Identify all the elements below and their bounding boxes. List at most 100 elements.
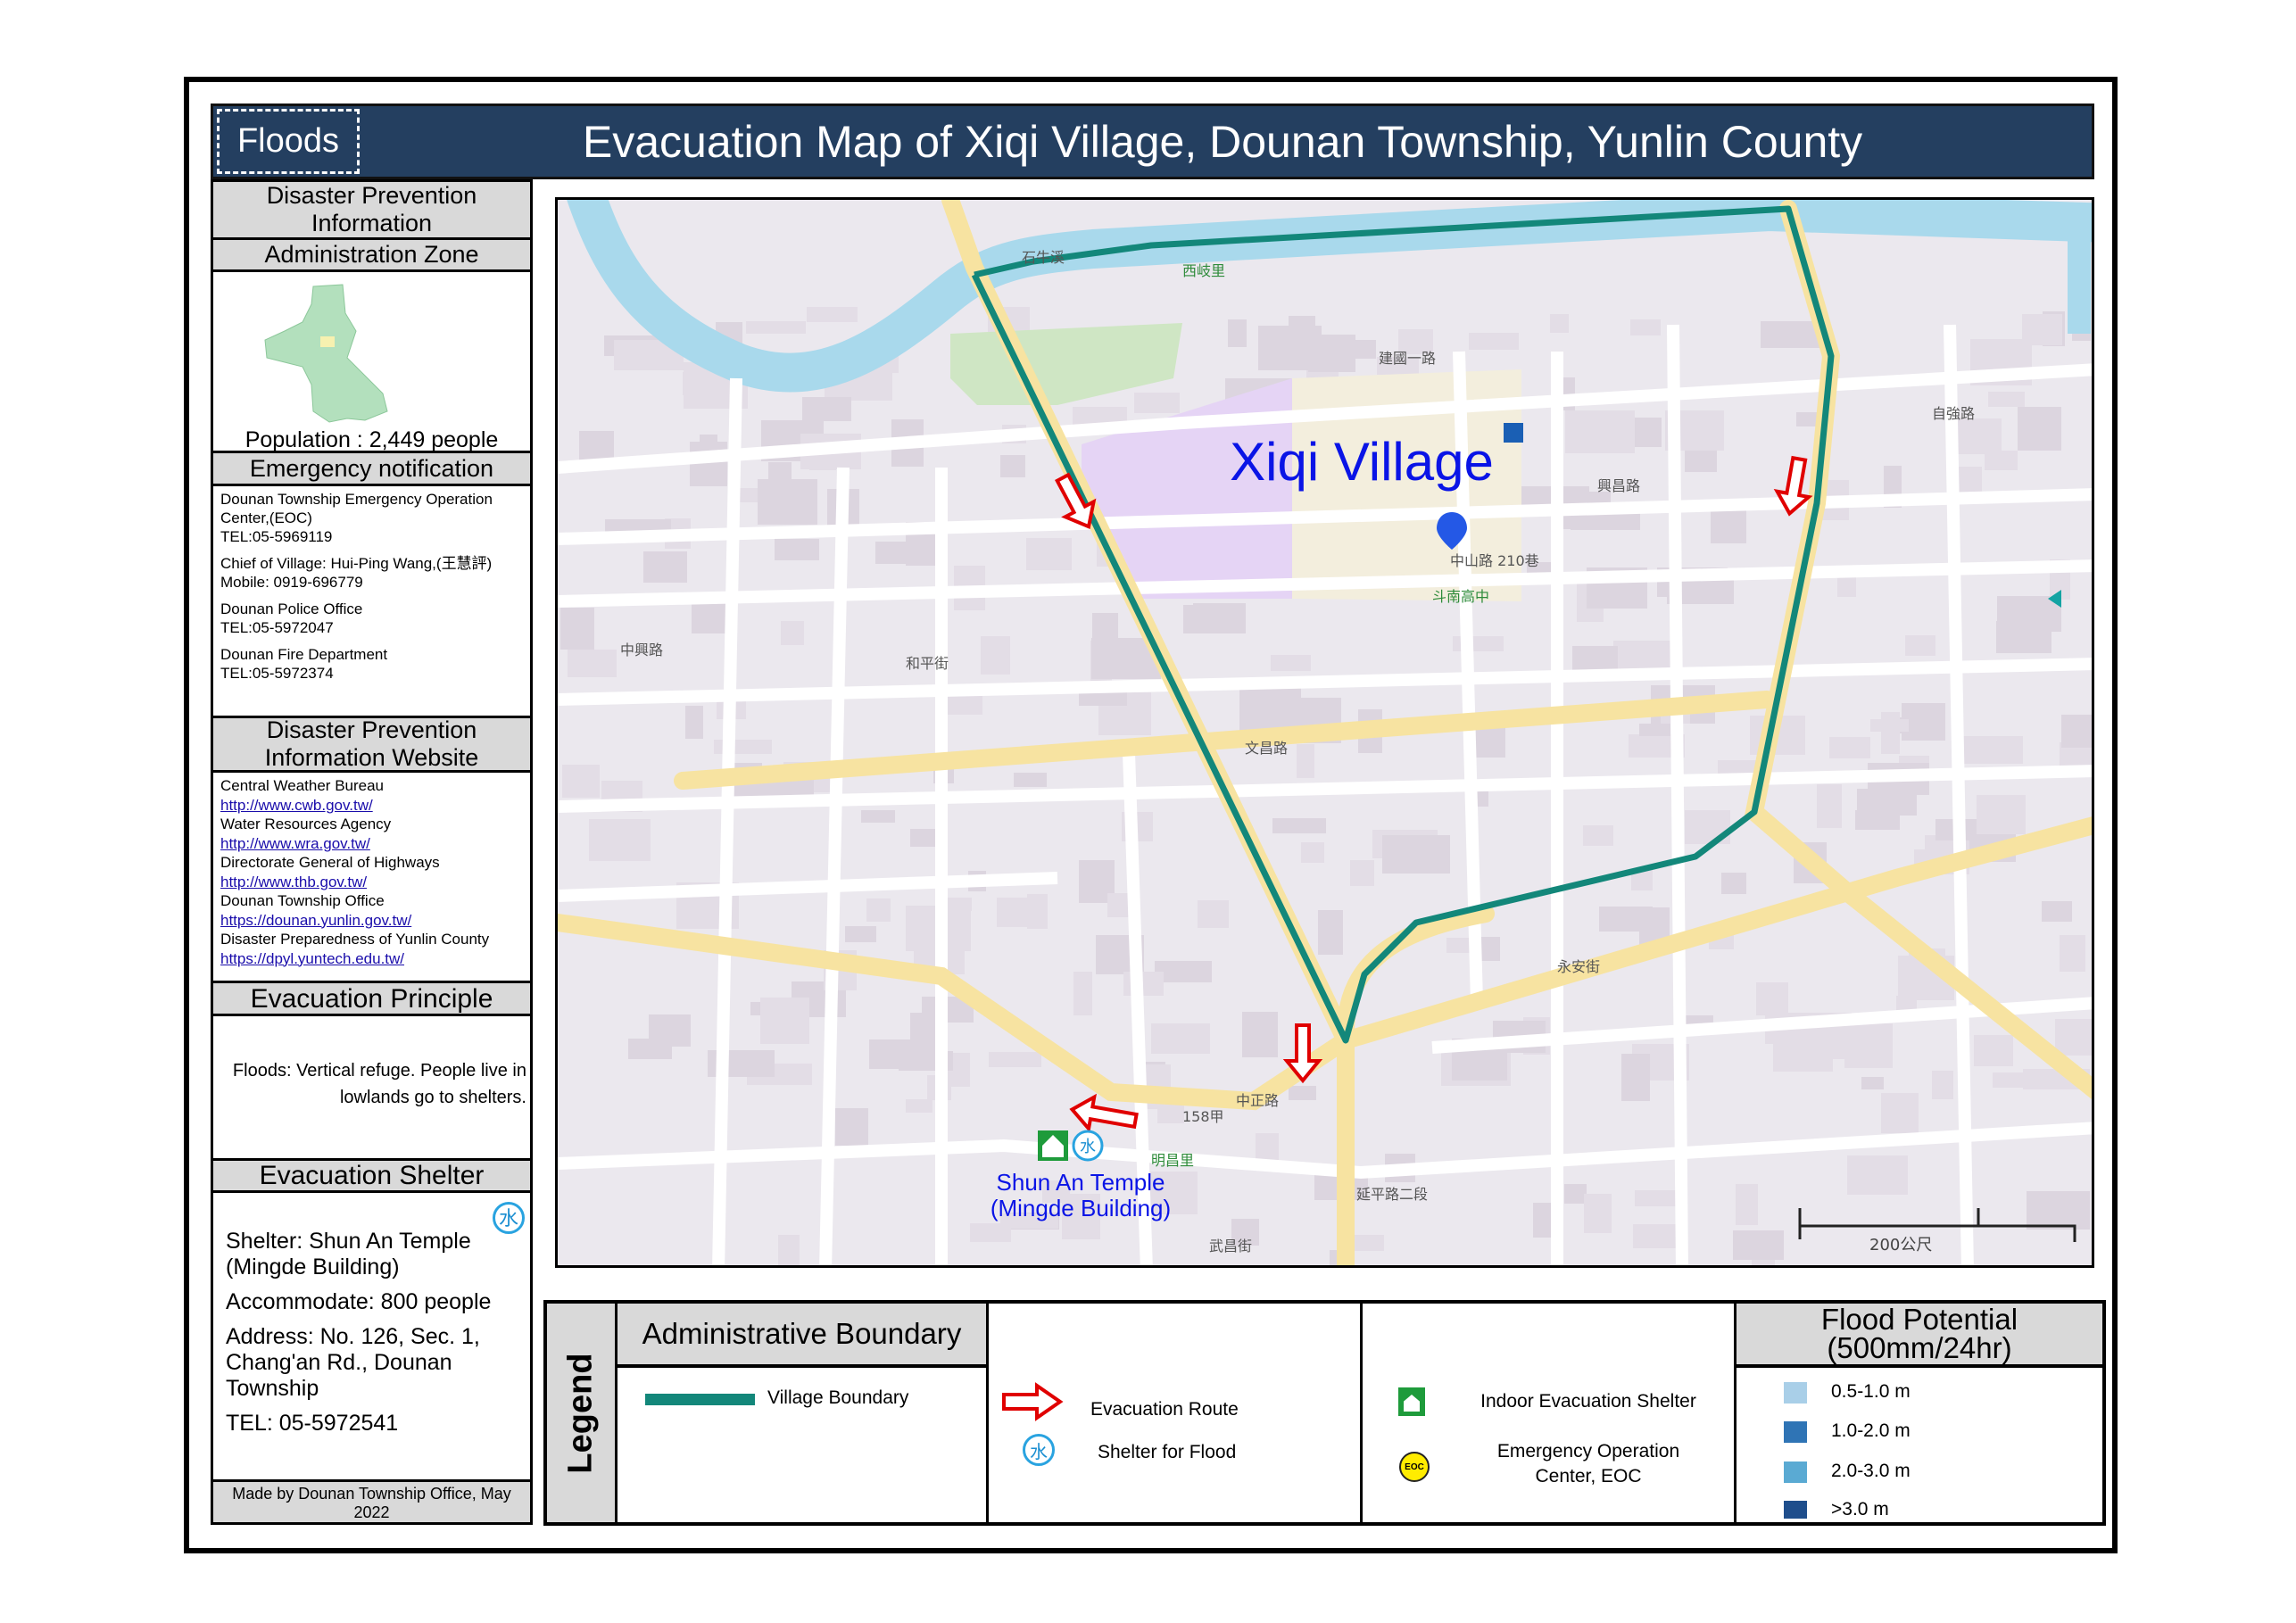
legend-title-cell: Legend xyxy=(547,1304,615,1522)
shelter-name: Shelter: Shun An Temple (Mingde Building… xyxy=(226,1229,471,1279)
building-block xyxy=(579,431,614,461)
section-emergency: Emergency notification xyxy=(211,451,533,486)
legend-item-label: Evacuation Route xyxy=(1090,1399,1239,1420)
building-block xyxy=(1761,321,1819,348)
building-block xyxy=(1988,392,2025,407)
building-block xyxy=(1026,538,1072,570)
building-block xyxy=(560,608,594,650)
street-label: 延平路二段 xyxy=(1356,1186,1428,1203)
page-title: Evacuation Map of Xiqi Village, Dounan T… xyxy=(582,116,1863,167)
contact-phone: TEL:05-5969119 xyxy=(220,528,333,545)
legend-item-label: Village Boundary xyxy=(767,1387,909,1408)
section-title: Disaster Prevention Information Website xyxy=(264,716,479,771)
flood-swatch xyxy=(1784,1462,1807,1483)
street-label: 中山路 210巷 xyxy=(1450,552,1539,569)
building-block xyxy=(947,898,972,911)
contact-item: Dounan Police Office TEL:05-5972047 xyxy=(220,600,523,637)
building-block xyxy=(781,621,804,645)
flood-swatch xyxy=(1784,1421,1807,1443)
building-block xyxy=(1318,910,1343,955)
building-block xyxy=(2060,935,2085,972)
building-block xyxy=(1350,860,1374,886)
building-block xyxy=(906,1099,932,1113)
building-block xyxy=(1855,810,1900,830)
street-label: 明昌里 xyxy=(1151,1152,1194,1169)
building-block xyxy=(2042,901,2072,922)
indoor-shelter-icon[interactable] xyxy=(1038,1130,1068,1161)
building-block xyxy=(1151,1023,1210,1054)
building-block xyxy=(1193,603,1246,633)
section-title: Administration Zone xyxy=(264,241,479,268)
contact-phone: TEL:05-5972047 xyxy=(220,619,334,636)
street-label: 自強路 xyxy=(1932,405,1975,422)
street-label: 建國一路 xyxy=(1379,350,1436,367)
building-block xyxy=(1228,319,1247,347)
building-block xyxy=(1974,1035,2013,1066)
building-block xyxy=(1134,393,1180,413)
building-block xyxy=(1881,1093,1919,1133)
building-block xyxy=(1242,1012,1278,1057)
building-block xyxy=(643,551,687,583)
building-block xyxy=(769,1024,805,1037)
legend-admin-column: Administrative Boundary Village Boundary xyxy=(615,1304,986,1522)
street-label: 西岐里 xyxy=(1182,262,1225,279)
website-link[interactable]: https://dounan.yunlin.gov.tw/ xyxy=(220,911,523,931)
street-label: 武昌街 xyxy=(1209,1238,1252,1255)
website-link[interactable]: http://www.cwb.gov.tw/ xyxy=(220,796,523,816)
evacuation-map[interactable]: 水 Xiqi Village Shun An Temple (Mingde Bu… xyxy=(555,197,2094,1268)
contact-phone: TEL:05-5972374 xyxy=(220,665,334,682)
flood-class-label: >3.0 m xyxy=(1831,1499,1889,1519)
building-block xyxy=(1721,873,1746,894)
building-block xyxy=(685,706,703,739)
principle-box: Floods: Vertical refuge. People live in … xyxy=(211,1014,533,1161)
building-block xyxy=(1301,842,1324,863)
website-name: Water Resources Agency xyxy=(220,816,392,832)
building-block xyxy=(1960,736,2023,764)
building-block xyxy=(1289,1086,1316,1100)
website-link[interactable]: http://www.wra.gov.tw/ xyxy=(220,834,523,854)
building-block xyxy=(1550,314,1569,333)
street-label: 文昌路 xyxy=(1245,740,1288,757)
building-block xyxy=(1817,784,1842,828)
website-name: Central Weather Bureau xyxy=(220,777,385,794)
building-block xyxy=(628,1039,672,1059)
building-block xyxy=(1905,635,1935,656)
website-link[interactable]: https://dpyl.yuntech.edu.tw/ xyxy=(220,949,523,969)
building-block xyxy=(1289,316,1315,358)
contact-item: Dounan Township Emergency Operation Cent… xyxy=(220,490,523,546)
contacts-list: Dounan Township Emergency Operation Cent… xyxy=(211,484,533,718)
street-label: 斗南高中 xyxy=(1432,588,1489,605)
credit: Made by Dounan Township Office, May 2022 xyxy=(211,1479,533,1525)
building-block xyxy=(1584,1194,1612,1233)
building-block xyxy=(778,1235,800,1265)
building-block xyxy=(1599,907,1653,932)
website-list: Central Weather Bureau http://www.cwb.gov… xyxy=(211,770,533,983)
contact-phone: Mobile: 0919-696779 xyxy=(220,574,363,591)
street-label: 158甲 xyxy=(1182,1108,1224,1125)
contact-name: Dounan Police Office xyxy=(220,600,363,617)
water-shelter-icon: 水 xyxy=(1023,1434,1055,1466)
building-block xyxy=(1829,737,1870,758)
building-block xyxy=(835,1108,868,1146)
website-link[interactable]: http://www.thb.gov.tw/ xyxy=(220,873,523,892)
building-block xyxy=(2022,314,2062,345)
building-block xyxy=(2027,1191,2090,1230)
section-shelter: Evacuation Shelter xyxy=(211,1158,533,1193)
building-block xyxy=(562,765,600,798)
water-shelter-icon[interactable]: 水 xyxy=(1072,1130,1104,1162)
street-label: 中興路 xyxy=(620,642,663,658)
hazard-tag: Floods xyxy=(217,109,360,174)
parking-icon xyxy=(1504,423,1523,443)
legend-item-label: Shelter for Flood xyxy=(1098,1442,1237,1462)
building-block xyxy=(1107,893,1130,917)
shelter-info: 水 Shelter: Shun An Temple (Mingde Buildi… xyxy=(211,1190,533,1482)
section-title: Evacuation Shelter xyxy=(259,1161,485,1190)
section-admin-zone: Administration Zone xyxy=(211,237,533,272)
building-block xyxy=(1565,410,1635,453)
building-block xyxy=(746,321,806,334)
building-block xyxy=(1881,712,1900,754)
street-label: 興昌路 xyxy=(1597,477,1640,494)
legend: Legend Administrative Boundary Village B… xyxy=(543,1300,2106,1526)
map-canvas[interactable]: 水 Xiqi Village Shun An Temple (Mingde Bu… xyxy=(558,200,2094,1268)
building-block xyxy=(1630,319,1661,335)
